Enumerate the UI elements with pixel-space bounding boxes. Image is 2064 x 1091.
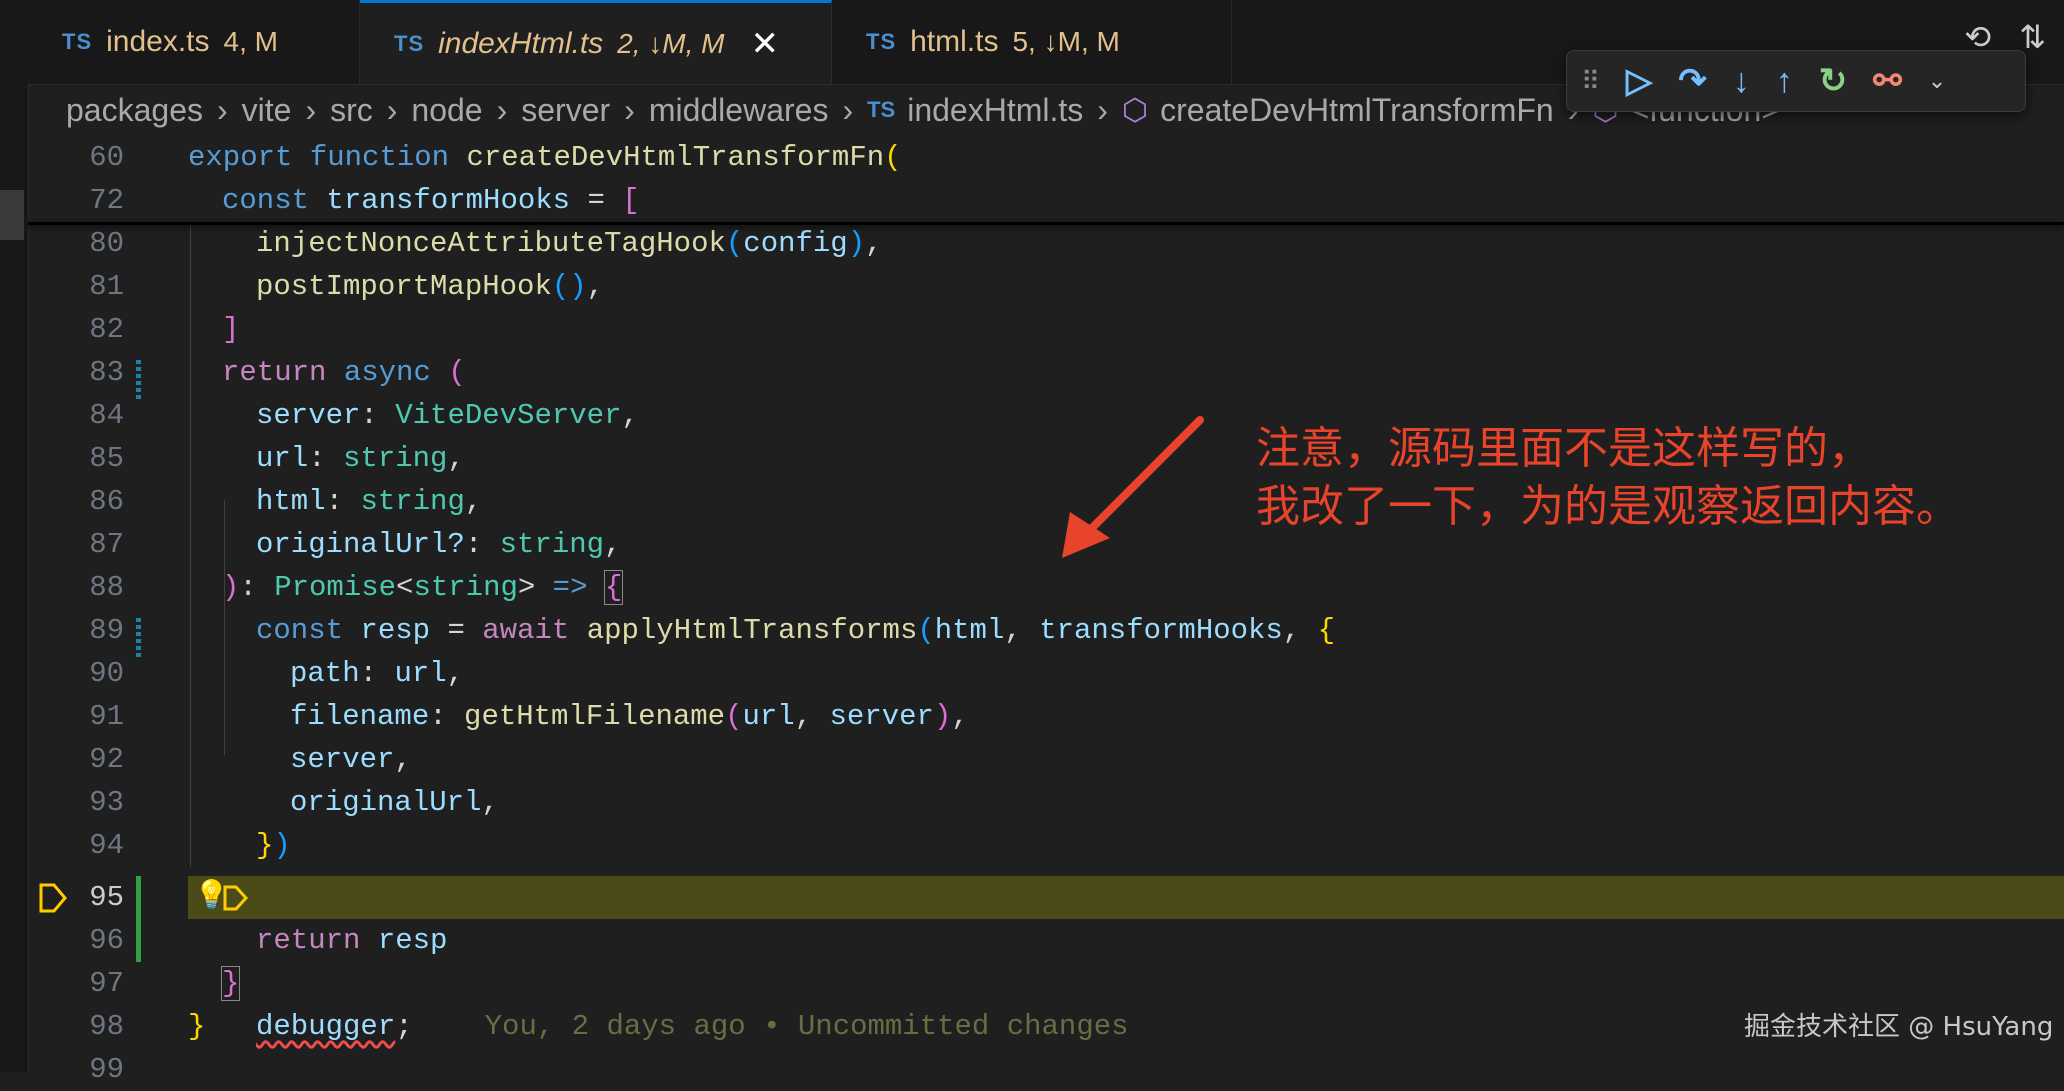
code-line: 92 server, bbox=[89, 743, 412, 776]
code-line: 97} bbox=[89, 966, 241, 1001]
tab-indexhtml-ts[interactable]: TS indexHtml.ts 2, ↓M, M ✕ bbox=[360, 0, 832, 84]
breadcrumb-item[interactable]: indexHtml.ts bbox=[907, 92, 1083, 129]
symbol-method-icon: ⬡ bbox=[1121, 93, 1149, 127]
sticky-scroll-divider bbox=[28, 222, 2064, 225]
restart-icon[interactable]: ↻ bbox=[1819, 61, 1848, 101]
tab-status: 2, ↓M, M bbox=[617, 27, 725, 59]
watermark: 掘金技术社区 @ HsuYang bbox=[1744, 1012, 2054, 1042]
tab-status: 4, M bbox=[223, 26, 278, 57]
breadcrumb-item[interactable]: src bbox=[330, 92, 373, 129]
breakpoint-arrow-icon bbox=[223, 885, 249, 911]
step-over-icon[interactable]: ↷ bbox=[1678, 61, 1707, 101]
git-compare-icon[interactable]: ⇅ bbox=[2019, 18, 2046, 56]
activity-indicator bbox=[0, 190, 24, 240]
code-line-current: 95 💡 debugger; You, 2 days ago • Uncommit… bbox=[28, 876, 2064, 1043]
typescript-icon: TS bbox=[867, 97, 896, 122]
step-out-icon[interactable]: ↑ bbox=[1776, 62, 1793, 101]
typescript-icon: TS bbox=[394, 30, 425, 56]
annotation-arrow bbox=[1062, 416, 1204, 558]
typescript-icon: TS bbox=[62, 29, 93, 54]
code-line: 94}) bbox=[89, 829, 291, 862]
code-line: 88): Promise<string> => { bbox=[89, 570, 624, 605]
breadcrumb-item[interactable]: server bbox=[521, 92, 610, 129]
annotation-note: 注意，源码里面不是这样写的， 我改了一下，为的是观察返回内容。 bbox=[1256, 423, 1960, 532]
breadcrumb-item[interactable]: packages bbox=[66, 92, 203, 129]
tab-label: html.ts bbox=[910, 25, 999, 58]
breadcrumb-item[interactable]: middlewares bbox=[649, 92, 829, 129]
step-into-icon[interactable]: ↓ bbox=[1733, 62, 1750, 101]
code-line: 60 export function createDevHtmlTransform… bbox=[89, 141, 902, 174]
drag-handle-icon[interactable]: ⠿ bbox=[1581, 66, 1600, 97]
tab-label: indexHtml.ts bbox=[438, 26, 604, 60]
code-line: 80 injectNonceAttributeTagHook(config), bbox=[89, 227, 883, 260]
breadcrumb-item[interactable]: createDevHtmlTransformFn bbox=[1160, 92, 1554, 129]
tab-html-ts[interactable]: TS html.ts 5, ↓M, M bbox=[832, 0, 1232, 84]
code-line: 93 originalUrl, bbox=[89, 786, 499, 819]
breadcrumb-item[interactable]: node bbox=[411, 92, 482, 129]
tab-index-ts[interactable]: TS index.ts 4, M bbox=[28, 0, 360, 84]
tab-label: index.ts bbox=[106, 25, 210, 58]
tab-status: 5, ↓M, M bbox=[1012, 26, 1120, 57]
activity-edge bbox=[0, 0, 29, 1072]
code-line: 72 const transformHooks = [ bbox=[89, 184, 640, 217]
chevron-down-icon[interactable]: ⌄ bbox=[1928, 68, 1946, 94]
typescript-icon: TS bbox=[866, 29, 897, 54]
code-line: 83 return async ( bbox=[89, 356, 466, 389]
close-icon[interactable]: ✕ bbox=[751, 24, 780, 64]
continue-icon[interactable]: ▷ bbox=[1626, 61, 1652, 101]
code-line: 82] bbox=[89, 313, 240, 346]
code-line: 99 bbox=[89, 1053, 124, 1086]
code-line: 91 filename: getHtmlFilename(url, server)… bbox=[89, 700, 969, 733]
code-line: 89 const resp = await applyHtmlTransforms… bbox=[89, 614, 1336, 647]
breadcrumb: packages › vite › src › node › server › middl… bbox=[66, 86, 1780, 134]
code-line: 96 return resp bbox=[89, 924, 448, 957]
code-line: 81 postImportMapHook(), bbox=[89, 270, 605, 303]
code-editor[interactable]: 60 export function createDevHtmlTransform… bbox=[28, 136, 2064, 1086]
code-line: 90 path: url, bbox=[89, 657, 465, 690]
breadcrumb-item[interactable]: vite bbox=[242, 92, 292, 129]
disconnect-icon[interactable]: ⚯ bbox=[1873, 61, 1902, 101]
debug-toolbar: ⠿ ▷ ↷ ↓ ↑ ↻ ⚯ ⌄ bbox=[1566, 50, 2026, 112]
